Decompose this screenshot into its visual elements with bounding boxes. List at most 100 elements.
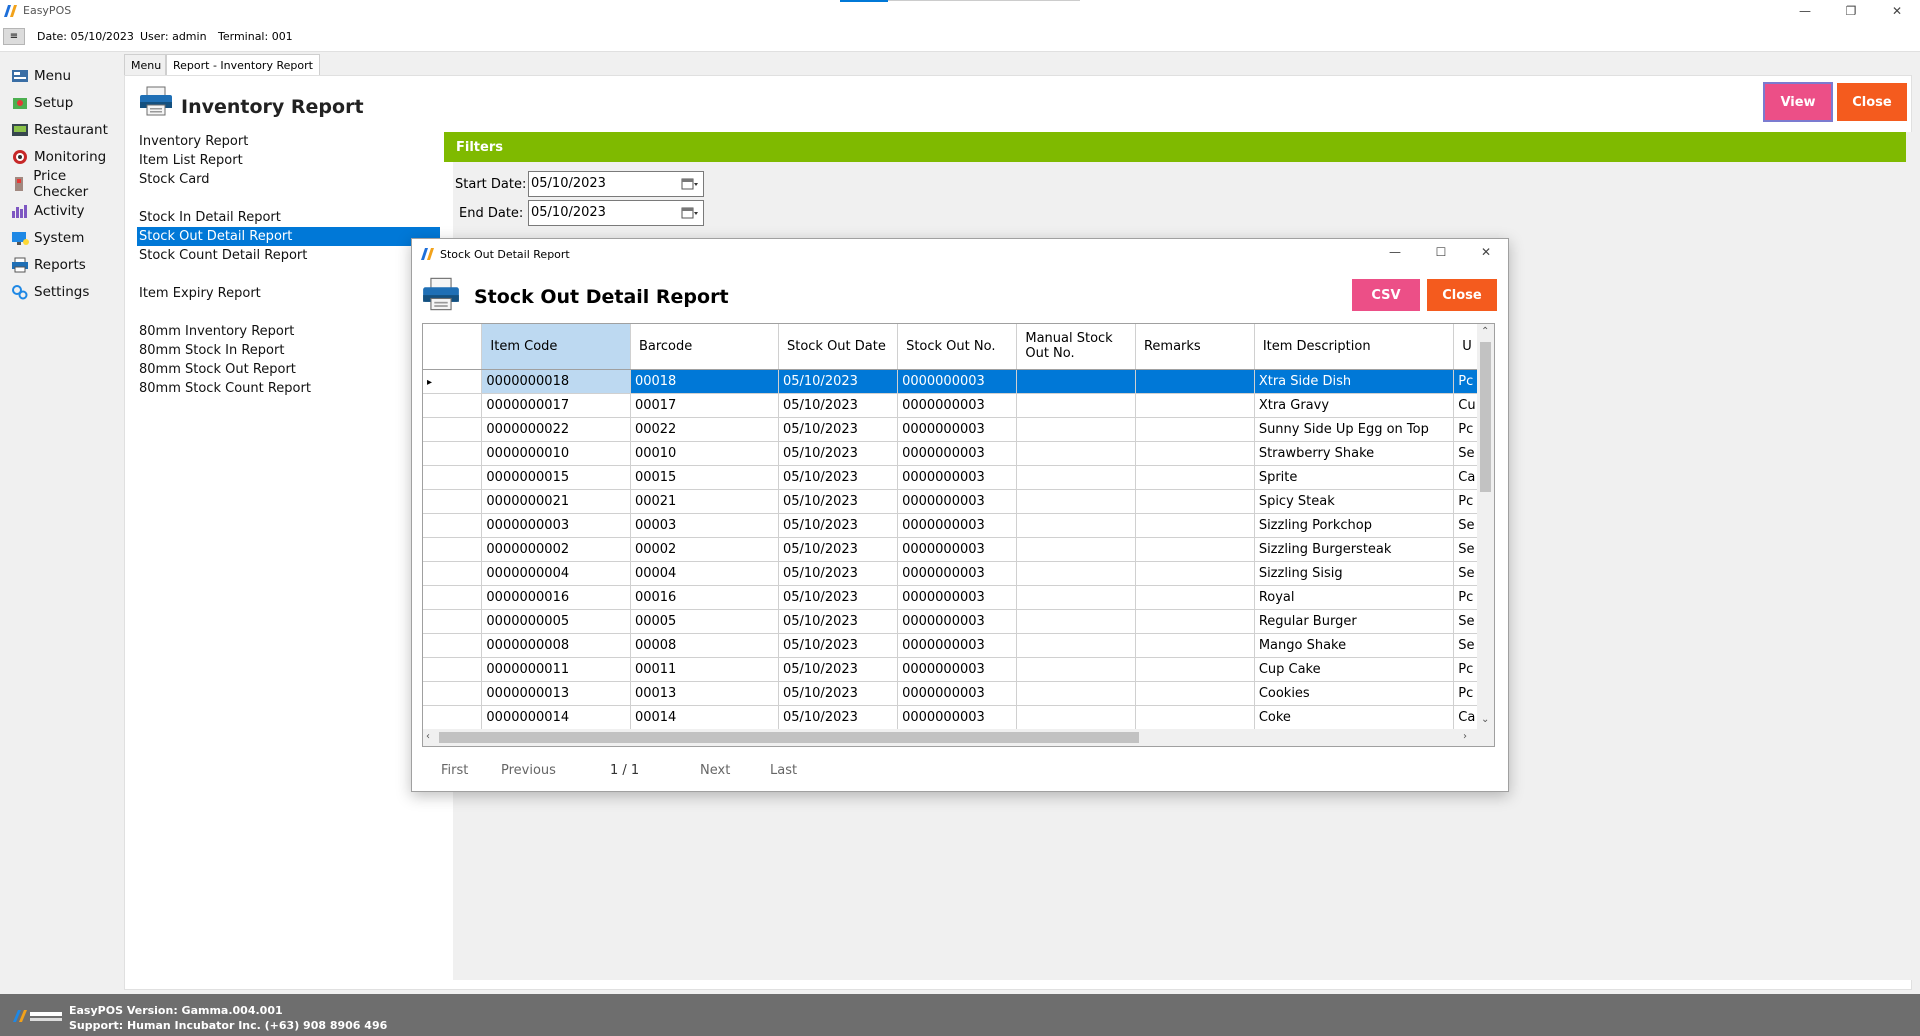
table-row[interactable]: 0000000015 00015 05/10/2023 0000000003 Sprit…	[423, 465, 1494, 490]
row-header[interactable]	[423, 393, 483, 418]
table-row[interactable]: 0000000008 00008 05/10/2023 0000000003 Mango…	[423, 633, 1494, 658]
table-cell[interactable]: 05/10/2023	[778, 513, 899, 538]
table-cell[interactable]: Cup Cake	[1254, 657, 1455, 682]
table-cell[interactable]	[1135, 561, 1255, 586]
row-header[interactable]	[423, 681, 483, 706]
table-cell[interactable]: 0000000003	[897, 393, 1018, 418]
table-cell[interactable]: Strawberry Shake	[1254, 441, 1455, 466]
nav-item-restaurant[interactable]: Restaurant	[0, 116, 122, 143]
table-row[interactable]: 0000000021 00021 05/10/2023 0000000003 Spicy…	[423, 489, 1494, 514]
table-cell[interactable]: Cookies	[1254, 681, 1455, 706]
table-cell[interactable]: 00008	[630, 633, 779, 658]
row-header[interactable]	[423, 585, 483, 610]
table-cell[interactable]: 0000000004	[481, 561, 631, 586]
table-cell[interactable]: 0000000003	[897, 657, 1018, 682]
row-header[interactable]	[423, 465, 483, 490]
nav-item-setup[interactable]: Setup	[0, 89, 122, 116]
row-header[interactable]	[423, 609, 483, 634]
table-cell[interactable]	[1016, 465, 1136, 490]
table-row[interactable]: 0000000004 00004 05/10/2023 0000000003 Sizzl…	[423, 561, 1494, 586]
table-cell[interactable]: 00018	[630, 369, 779, 394]
table-cell[interactable]	[1135, 537, 1255, 562]
dialog-minimize-icon[interactable]: —	[1372, 241, 1418, 263]
table-cell[interactable]: 05/10/2023	[778, 609, 899, 634]
table-cell[interactable]	[1135, 441, 1255, 466]
table-cell[interactable]	[1016, 489, 1136, 514]
table-cell[interactable]	[1135, 369, 1255, 394]
minimize-icon[interactable]: —	[1782, 0, 1828, 22]
nav-item-activity[interactable]: Activity	[0, 197, 122, 224]
table-cell[interactable]: 00022	[630, 417, 779, 442]
table-cell[interactable]: 0000000003	[897, 681, 1018, 706]
pager-first[interactable]: First	[441, 763, 468, 778]
table-cell[interactable]: 00010	[630, 441, 779, 466]
table-cell[interactable]: 00014	[630, 705, 779, 730]
nav-item-price-checker[interactable]: Price Checker	[0, 168, 122, 200]
nav-item-reports[interactable]: Reports	[0, 251, 122, 278]
table-row[interactable]: 0000000003 00003 05/10/2023 0000000003 Sizzl…	[423, 513, 1494, 538]
calendar-dropdown-icon[interactable]	[681, 177, 699, 191]
table-cell[interactable]: 00011	[630, 657, 779, 682]
stock-out-grid[interactable]: Item Code Barcode Stock Out Date Stock O…	[422, 323, 1495, 747]
report-item-item-expiry[interactable]: Item Expiry Report	[137, 284, 440, 303]
row-header[interactable]	[423, 537, 483, 562]
report-item-stock-in-detail[interactable]: Stock In Detail Report	[137, 208, 440, 227]
table-cell[interactable]: 05/10/2023	[778, 681, 899, 706]
table-cell[interactable]	[1016, 657, 1136, 682]
view-button[interactable]: View	[1763, 82, 1833, 122]
table-cell[interactable]: Coke	[1254, 705, 1455, 730]
table-cell[interactable]: Xtra Side Dish	[1254, 369, 1455, 394]
restore-icon[interactable]: ❐	[1828, 0, 1874, 22]
table-cell[interactable]	[1135, 513, 1255, 538]
table-cell[interactable]	[1135, 705, 1255, 730]
table-cell[interactable]: 00004	[630, 561, 779, 586]
horizontal-scroll-thumb[interactable]	[439, 732, 1139, 743]
report-item-stock-out-detail[interactable]: Stock Out Detail Report	[137, 227, 440, 246]
row-header[interactable]	[423, 705, 483, 730]
table-cell[interactable]: 0000000008	[481, 633, 631, 658]
table-cell[interactable]: 0000000014	[481, 705, 631, 730]
table-cell[interactable]: 0000000022	[481, 417, 631, 442]
tab-menu[interactable]: Menu	[124, 54, 166, 76]
table-cell[interactable]: 0000000003	[481, 513, 631, 538]
table-cell[interactable]	[1016, 705, 1136, 730]
table-cell[interactable]: 0000000003	[897, 633, 1018, 658]
table-cell[interactable]	[1016, 441, 1136, 466]
table-cell[interactable]: 05/10/2023	[778, 585, 899, 610]
table-cell[interactable]: 00005	[630, 609, 779, 634]
table-cell[interactable]: Sprite	[1254, 465, 1455, 490]
table-cell[interactable]: 00021	[630, 489, 779, 514]
report-type-list[interactable]: Inventory Report Item List Report Stock …	[137, 132, 453, 980]
table-row[interactable]: ▸ 0000000018 00018 05/10/2023 0000000003 Xtra…	[423, 369, 1494, 394]
row-header[interactable]	[423, 489, 483, 514]
table-cell[interactable]: Spicy Steak	[1254, 489, 1455, 514]
table-cell[interactable]: 0000000010	[481, 441, 631, 466]
dialog-close-icon[interactable]: ✕	[1463, 241, 1509, 263]
table-cell[interactable]: 0000000003	[897, 705, 1018, 730]
table-cell[interactable]: 00003	[630, 513, 779, 538]
table-cell[interactable]: Sizzling Sisig	[1254, 561, 1455, 586]
table-cell[interactable]	[1135, 681, 1255, 706]
table-cell[interactable]	[1135, 489, 1255, 514]
vertical-scrollbar[interactable]: ⌃ ⌄	[1477, 324, 1494, 730]
start-date-picker[interactable]: 05/10/2023	[528, 171, 704, 197]
table-cell[interactable]	[1016, 417, 1136, 442]
table-cell[interactable]: 00016	[630, 585, 779, 610]
table-cell[interactable]: 0000000003	[897, 561, 1018, 586]
report-item-80mm-stock-in[interactable]: 80mm Stock In Report	[137, 341, 440, 360]
table-cell[interactable]: 05/10/2023	[778, 657, 899, 682]
table-cell[interactable]: Regular Burger	[1254, 609, 1455, 634]
table-cell[interactable]	[1016, 393, 1136, 418]
pager-last[interactable]: Last	[770, 763, 797, 778]
table-cell[interactable]	[1135, 609, 1255, 634]
row-header[interactable]	[423, 561, 483, 586]
table-cell[interactable]: Sunny Side Up Egg on Top	[1254, 417, 1455, 442]
table-cell[interactable]: 05/10/2023	[778, 441, 899, 466]
window-close-icon[interactable]: ✕	[1874, 0, 1920, 22]
report-item-stock-count-detail[interactable]: Stock Count Detail Report	[137, 246, 440, 265]
report-item-80mm-stock-count[interactable]: 80mm Stock Count Report	[137, 379, 440, 398]
report-item-80mm-inventory[interactable]: 80mm Inventory Report	[137, 322, 440, 341]
table-row[interactable]: 0000000014 00014 05/10/2023 0000000003 Coke C…	[423, 705, 1494, 730]
row-header[interactable]: ▸	[423, 369, 483, 394]
nav-item-system[interactable]: System	[0, 224, 122, 251]
